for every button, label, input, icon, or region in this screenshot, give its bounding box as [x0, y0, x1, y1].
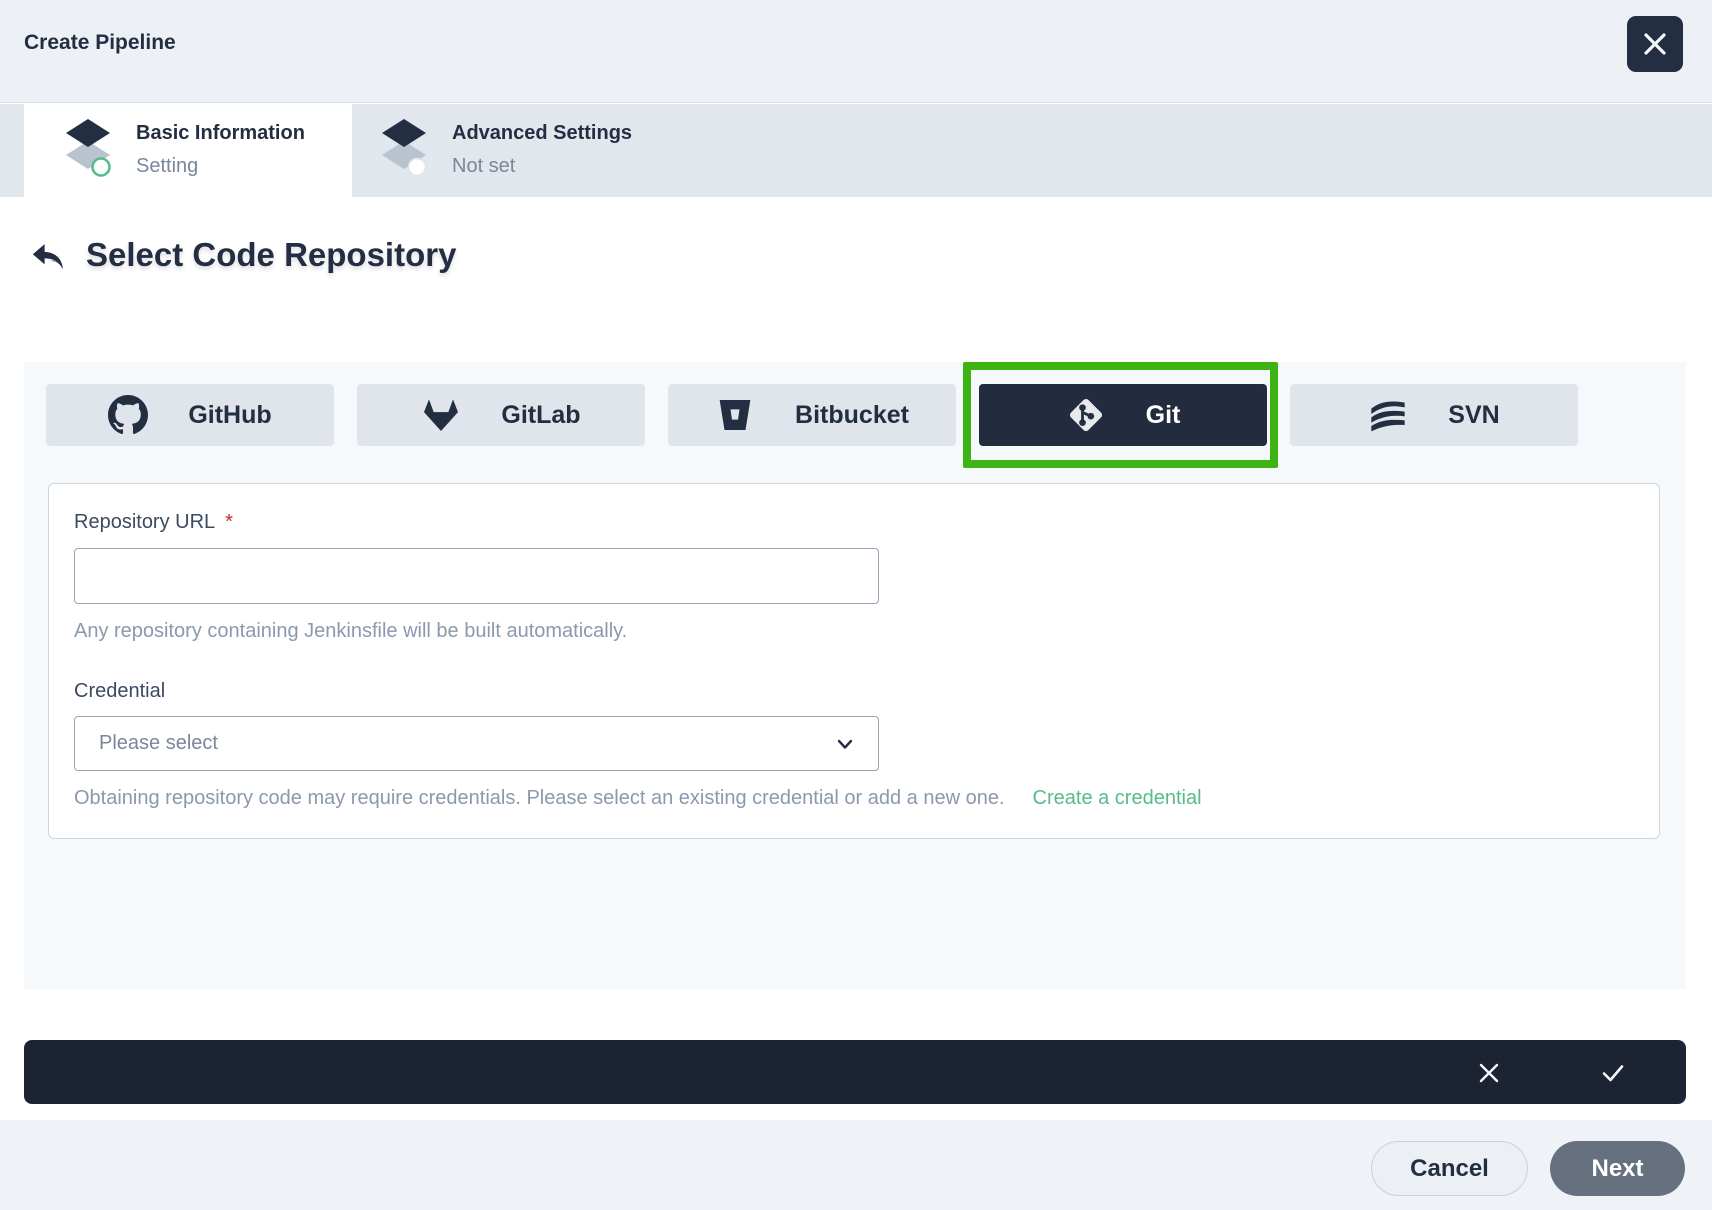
close-button[interactable]	[1627, 16, 1683, 72]
step-title: Advanced Settings	[452, 122, 632, 145]
next-button[interactable]: Next	[1550, 1141, 1685, 1196]
required-asterisk: *	[225, 511, 233, 533]
modal-header: Create Pipeline	[0, 0, 1712, 103]
repository-url-input[interactable]	[74, 548, 879, 604]
modal-title: Create Pipeline	[24, 31, 176, 55]
x-icon	[1477, 1061, 1501, 1085]
back-arrow-icon[interactable]	[30, 239, 66, 275]
gitlab-icon	[421, 395, 461, 435]
confirm-toolbar	[24, 1040, 1686, 1104]
credential-help: Obtaining repository code may require cr…	[74, 787, 1005, 810]
repo-type-label: Bitbucket	[795, 401, 909, 430]
repo-type-label: GitHub	[188, 401, 271, 430]
repo-type-bitbucket[interactable]: Bitbucket	[668, 384, 956, 446]
step-layers-icon	[380, 117, 428, 179]
git-icon	[1066, 395, 1106, 435]
steps-bar: Basic Information Setting Advanced Setti…	[0, 104, 1712, 197]
repository-url-label: Repository URL*	[74, 511, 233, 534]
step-status: Not set	[452, 155, 632, 178]
step-title: Basic Information	[136, 122, 305, 145]
repo-form-card: Repository URL* Any repository containin…	[48, 483, 1660, 839]
github-icon	[108, 395, 148, 435]
chevron-down-icon	[834, 733, 856, 755]
credential-label: Credential	[74, 680, 165, 703]
credential-select[interactable]: Please select	[74, 716, 879, 771]
step-tab-advanced-settings[interactable]: Advanced Settings Not set	[380, 104, 800, 197]
create-credential-link[interactable]: Create a credential	[1033, 787, 1202, 810]
step-status: Setting	[136, 155, 305, 178]
repository-url-help: Any repository containing Jenkinsfile wi…	[74, 620, 627, 643]
page-title: Select Code Repository	[86, 236, 456, 274]
repo-type-label: Git	[1146, 401, 1181, 430]
credential-select-placeholder: Please select	[99, 732, 834, 755]
repo-type-git[interactable]: Git	[979, 384, 1267, 446]
svn-icon	[1368, 395, 1408, 435]
check-icon	[1600, 1060, 1626, 1086]
close-icon	[1642, 31, 1668, 57]
repo-type-github[interactable]: GitHub	[46, 384, 334, 446]
toolbar-confirm-button[interactable]	[1600, 1060, 1625, 1085]
repo-select-panel: GitHub GitLab Bitbucket Git	[24, 362, 1686, 989]
step-tab-basic-information[interactable]: Basic Information Setting	[24, 104, 352, 197]
modal-footer: Cancel Next	[0, 1120, 1712, 1210]
repo-type-gitlab[interactable]: GitLab	[357, 384, 645, 446]
repo-type-label: GitLab	[501, 401, 580, 430]
toolbar-cancel-button[interactable]	[1476, 1060, 1501, 1085]
bitbucket-icon	[715, 395, 755, 435]
repo-type-label: SVN	[1448, 401, 1499, 430]
cancel-button[interactable]: Cancel	[1371, 1141, 1528, 1196]
repo-type-svn[interactable]: SVN	[1290, 384, 1578, 446]
step-layers-icon	[64, 117, 112, 179]
